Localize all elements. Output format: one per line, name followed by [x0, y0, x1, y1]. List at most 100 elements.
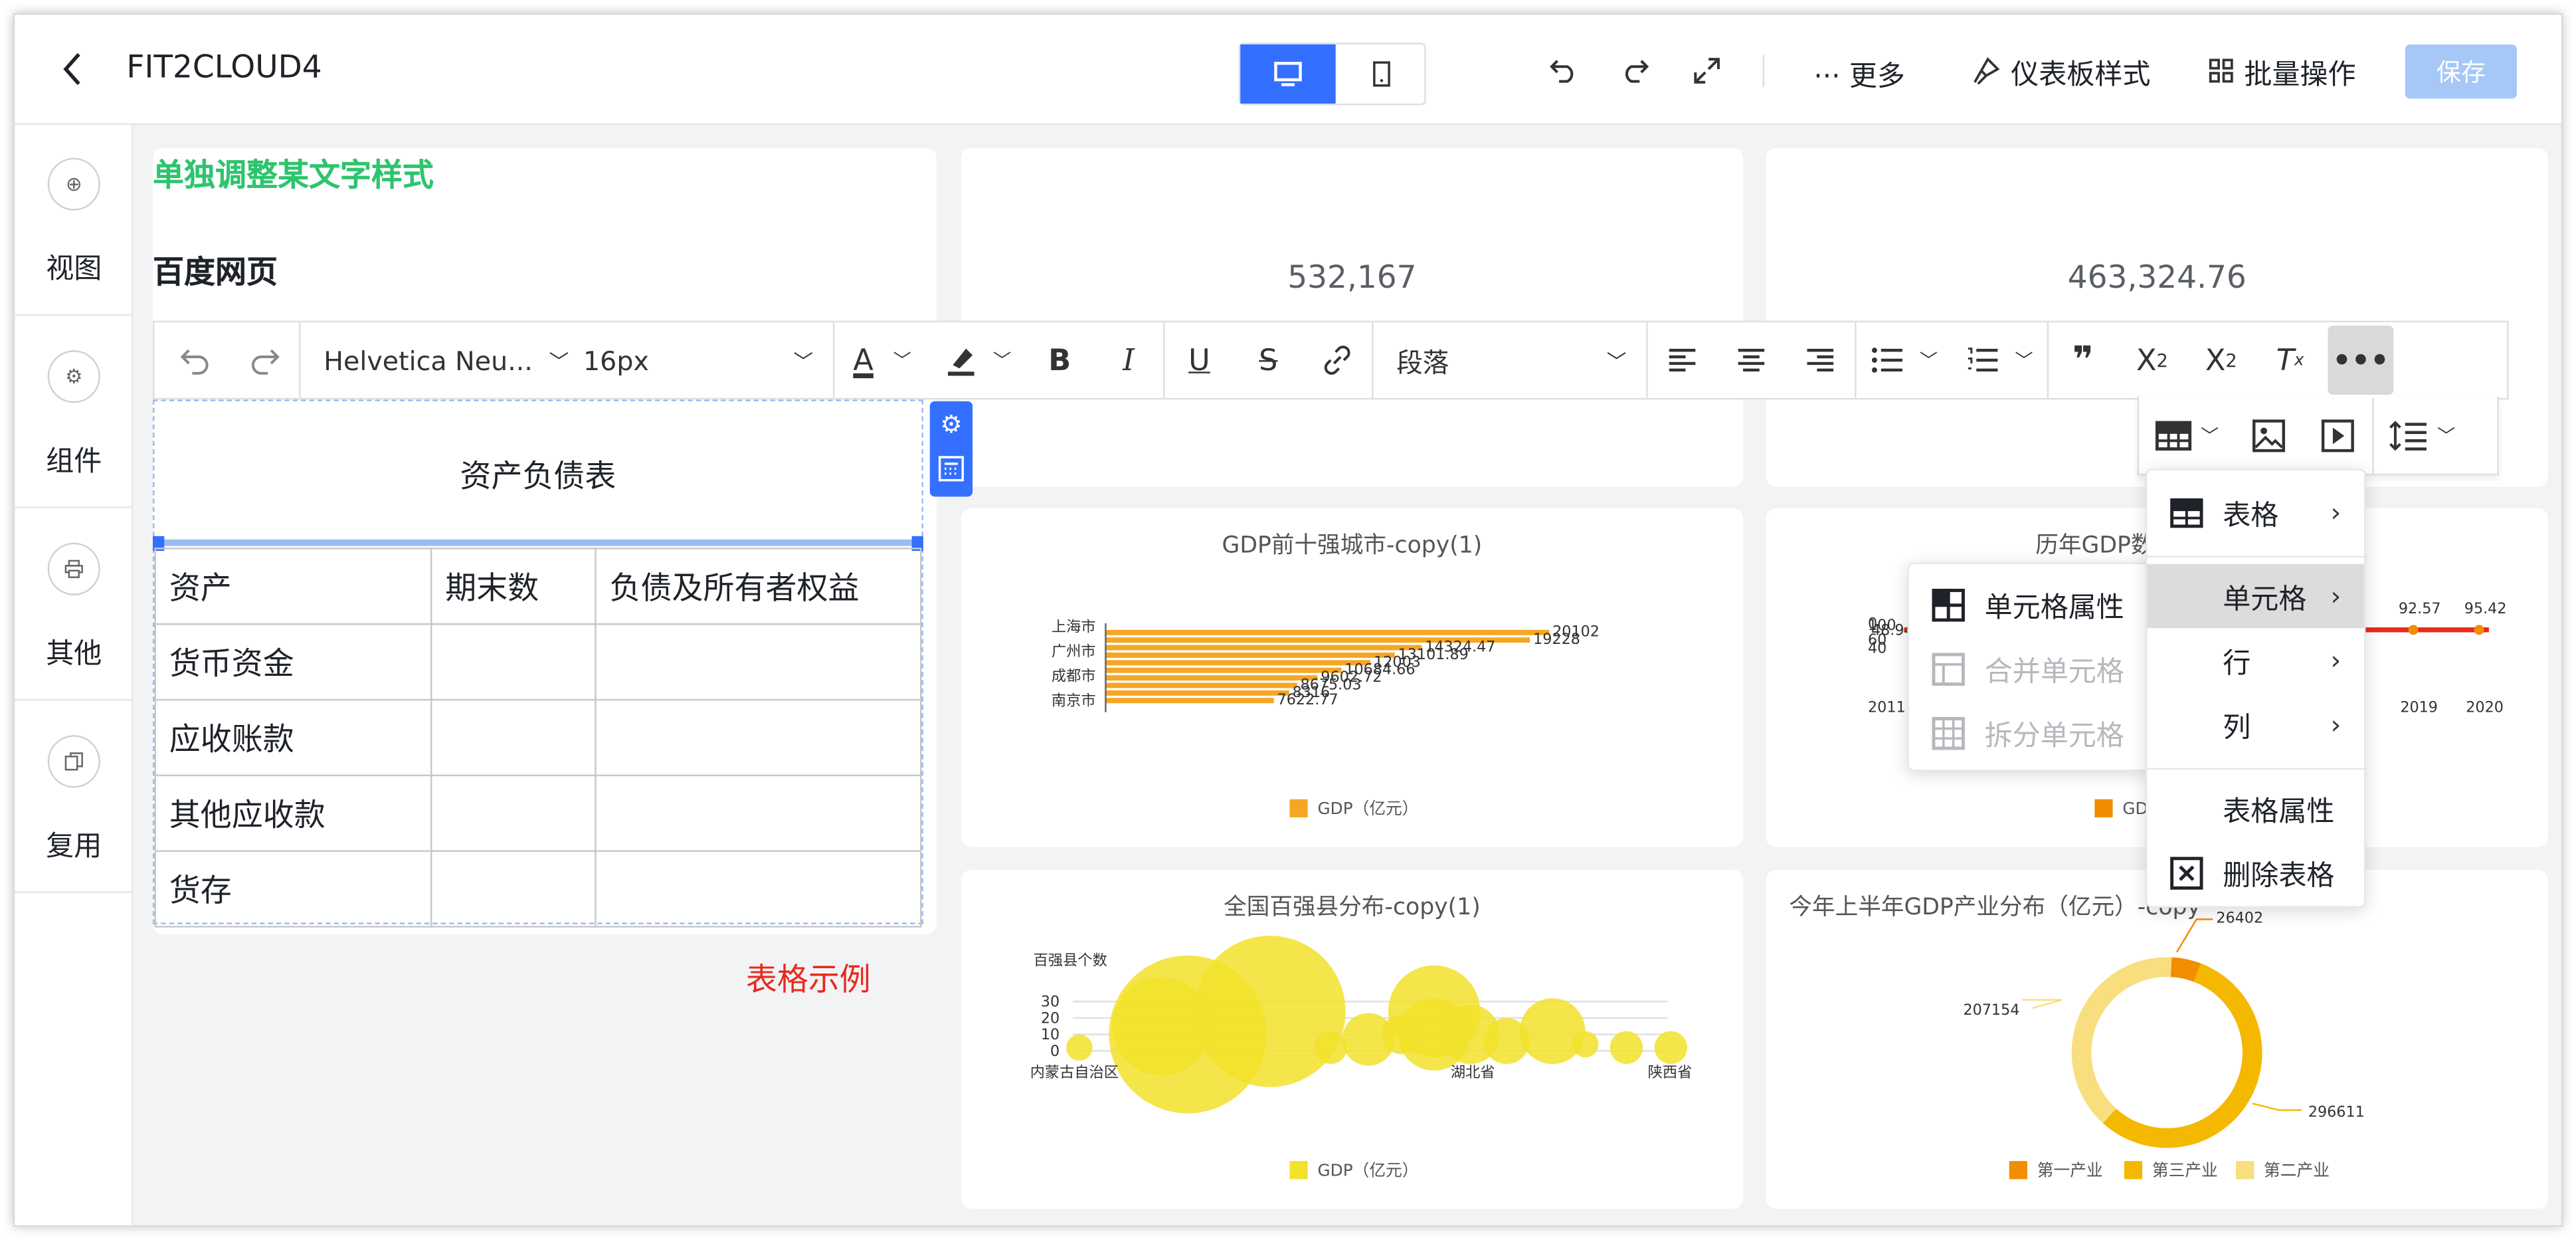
menu-item-label: 列 [2223, 712, 2251, 746]
more-button[interactable]: ··· 更多 [1813, 52, 1905, 94]
table-row: 货存 [154, 850, 922, 928]
clear-format-icon[interactable]: Tx [2256, 322, 2325, 398]
category-label: 成都市 [1052, 668, 1096, 685]
settings-icon[interactable]: ⚙ [935, 408, 967, 441]
table-cell[interactable] [430, 850, 597, 928]
table-cell[interactable]: 货币资金 [154, 623, 432, 701]
fullscreen-icon[interactable] [1689, 52, 1724, 88]
bubble [1314, 1031, 1348, 1065]
chart-card-gdp-cities[interactable]: GDP前十强城市-copy(1) 20102 19228 14324.47 13101… [961, 508, 1744, 847]
save-button[interactable]: 保存 [2405, 44, 2517, 99]
table-cell[interactable]: 负债及所有者权益 [595, 548, 922, 625]
insert-table-button[interactable]: ﹀ [2139, 397, 2234, 473]
text-color-button[interactable]: A ﹀ [834, 322, 929, 398]
bold-icon[interactable]: B [1025, 322, 1094, 398]
font-family-select[interactable]: Helvetica Neu... ﹀ [301, 322, 571, 398]
menu-item-table-properties[interactable]: 表格属性 [2147, 776, 2363, 841]
chevron-down-icon: ﹀ [993, 350, 1012, 372]
desktop-view-button[interactable] [1240, 44, 1336, 104]
bullet-list-button[interactable]: ﹀ [1857, 322, 1952, 398]
menu-item-split-cell[interactable]: 拆分单元格 [1909, 700, 2149, 765]
bar [1105, 667, 1342, 673]
italic-icon[interactable]: I [1094, 322, 1163, 398]
chart-card-gdp-industry[interactable]: 今年上半年GDP产业分布（亿元）-copy 26402 207154 296611 第… [1766, 870, 2548, 1209]
align-center-icon[interactable] [1716, 322, 1786, 398]
split-cell-icon [1932, 716, 1965, 750]
table-cell[interactable]: 期末数 [430, 548, 597, 625]
copy-icon [47, 735, 100, 788]
menu-item-merge-cells[interactable]: 合并单元格 [1909, 637, 2149, 701]
chart-card-counties[interactable]: 全国百强县分布-copy(1) 百强县个数 0 10 20 30 内蒙古自治区 湖北省 陕西省… [961, 870, 1744, 1209]
cell-submenu: 单元格属性 合并单元格 拆分单元格 [1907, 562, 2151, 772]
table-cell[interactable]: 其他应收款 [154, 774, 432, 852]
table-cell[interactable] [595, 623, 922, 701]
component-sidebar: ⊕ 视图 ⚙ 组件 其他 复用 [15, 125, 134, 1225]
video-icon[interactable] [2303, 397, 2372, 473]
table-cell[interactable] [430, 774, 597, 852]
superscript-icon[interactable]: X2 [2187, 322, 2256, 398]
align-right-icon[interactable] [1786, 322, 1855, 398]
batch-ops-button[interactable]: 批量操作 [2208, 51, 2356, 91]
data-label: 92.57 [2399, 600, 2441, 617]
subscript-icon[interactable]: X2 [2118, 322, 2187, 398]
cell-properties-icon [1932, 587, 1965, 621]
table-cell[interactable]: 应收账款 [154, 698, 432, 777]
menu-item-column[interactable]: 列 › [2147, 692, 2363, 757]
undo-icon[interactable] [1546, 52, 1582, 88]
redo-icon[interactable] [1617, 52, 1653, 88]
balance-sheet-table[interactable]: 资产 期末数 负债及所有者权益 货币资金 应收账款 其他应收款 货存 [154, 548, 922, 928]
table-title: 资产负债表 [460, 459, 616, 495]
table-cell[interactable] [430, 623, 597, 701]
bubble [1654, 1031, 1687, 1065]
sidebar-item-reuse[interactable]: 复用 [15, 702, 134, 893]
table-icon [2154, 420, 2191, 450]
table-resize-bar[interactable] [154, 539, 922, 546]
menu-divider [2147, 768, 2367, 770]
table-cell[interactable] [595, 850, 922, 928]
font-size-select[interactable]: 16px ﹀ [570, 322, 833, 398]
data-label: 19228 [1533, 631, 1580, 648]
bar [1105, 660, 1371, 666]
sidebar-item-view[interactable]: ⊕ 视图 [15, 125, 134, 316]
menu-item-row[interactable]: 行 › [2147, 628, 2363, 692]
menu-item-cell[interactable]: 单元格 › [2147, 564, 2364, 629]
more-tools-icon[interactable]: ••• [2328, 326, 2394, 395]
blockquote-icon[interactable]: ❞ [2049, 322, 2118, 398]
link-icon[interactable] [1303, 322, 1372, 398]
dashboard-style-button[interactable]: 仪表板样式 [1972, 51, 2150, 91]
highlighter-icon [944, 344, 976, 376]
strikethrough-icon[interactable]: S [1234, 322, 1303, 398]
table-icon [2170, 496, 2203, 528]
category-label: 上海市 [1052, 618, 1096, 635]
underline-icon[interactable]: U [1164, 322, 1234, 398]
undo-icon[interactable] [161, 322, 230, 398]
app-window: FIT2CLOUD4 ··· 更多 仪表板样式 批量操作 保存 ⊕ 视图 ⚙ 组… [13, 13, 2563, 1227]
bar [1105, 653, 1395, 658]
sidebar-item-component[interactable]: ⚙ 组件 [15, 318, 134, 508]
chevron-right-icon: › [2330, 645, 2342, 676]
highlight-color-button[interactable]: ﹀ [930, 322, 1025, 398]
legend-label: GDP（亿元） [1318, 799, 1419, 818]
redo-icon[interactable] [230, 322, 299, 398]
table-cell[interactable]: 资产 [154, 548, 432, 625]
table-cell[interactable]: 货存 [154, 850, 432, 928]
data-label: 26402 [2216, 909, 2263, 926]
table-cell[interactable] [430, 698, 597, 777]
calculator-icon[interactable] [935, 453, 967, 485]
table-cell[interactable] [595, 698, 922, 777]
numbered-list-button[interactable]: ﹀ [1952, 322, 2047, 398]
align-left-icon[interactable] [1648, 322, 1717, 398]
image-icon[interactable] [2235, 397, 2304, 473]
table-cell[interactable] [595, 774, 922, 852]
back-icon[interactable] [51, 45, 94, 94]
kpi-value: 532,167 [1287, 260, 1417, 296]
menu-item-delete-table[interactable]: 删除表格 [2147, 841, 2363, 905]
sidebar-item-other[interactable]: 其他 [15, 510, 134, 701]
line-height-button[interactable]: ﹀ [2374, 397, 2469, 473]
kpi-card-1[interactable]: 532,167 [961, 148, 1744, 487]
menu-item-table[interactable]: 表格 › [2147, 480, 2363, 545]
mobile-view-button[interactable] [1336, 45, 1427, 104]
data-label: 7622.77 [1277, 691, 1338, 708]
block-format-select[interactable]: 段落 ﹀ [1374, 322, 1647, 398]
menu-item-cell-properties[interactable]: 单元格属性 [1909, 572, 2149, 637]
